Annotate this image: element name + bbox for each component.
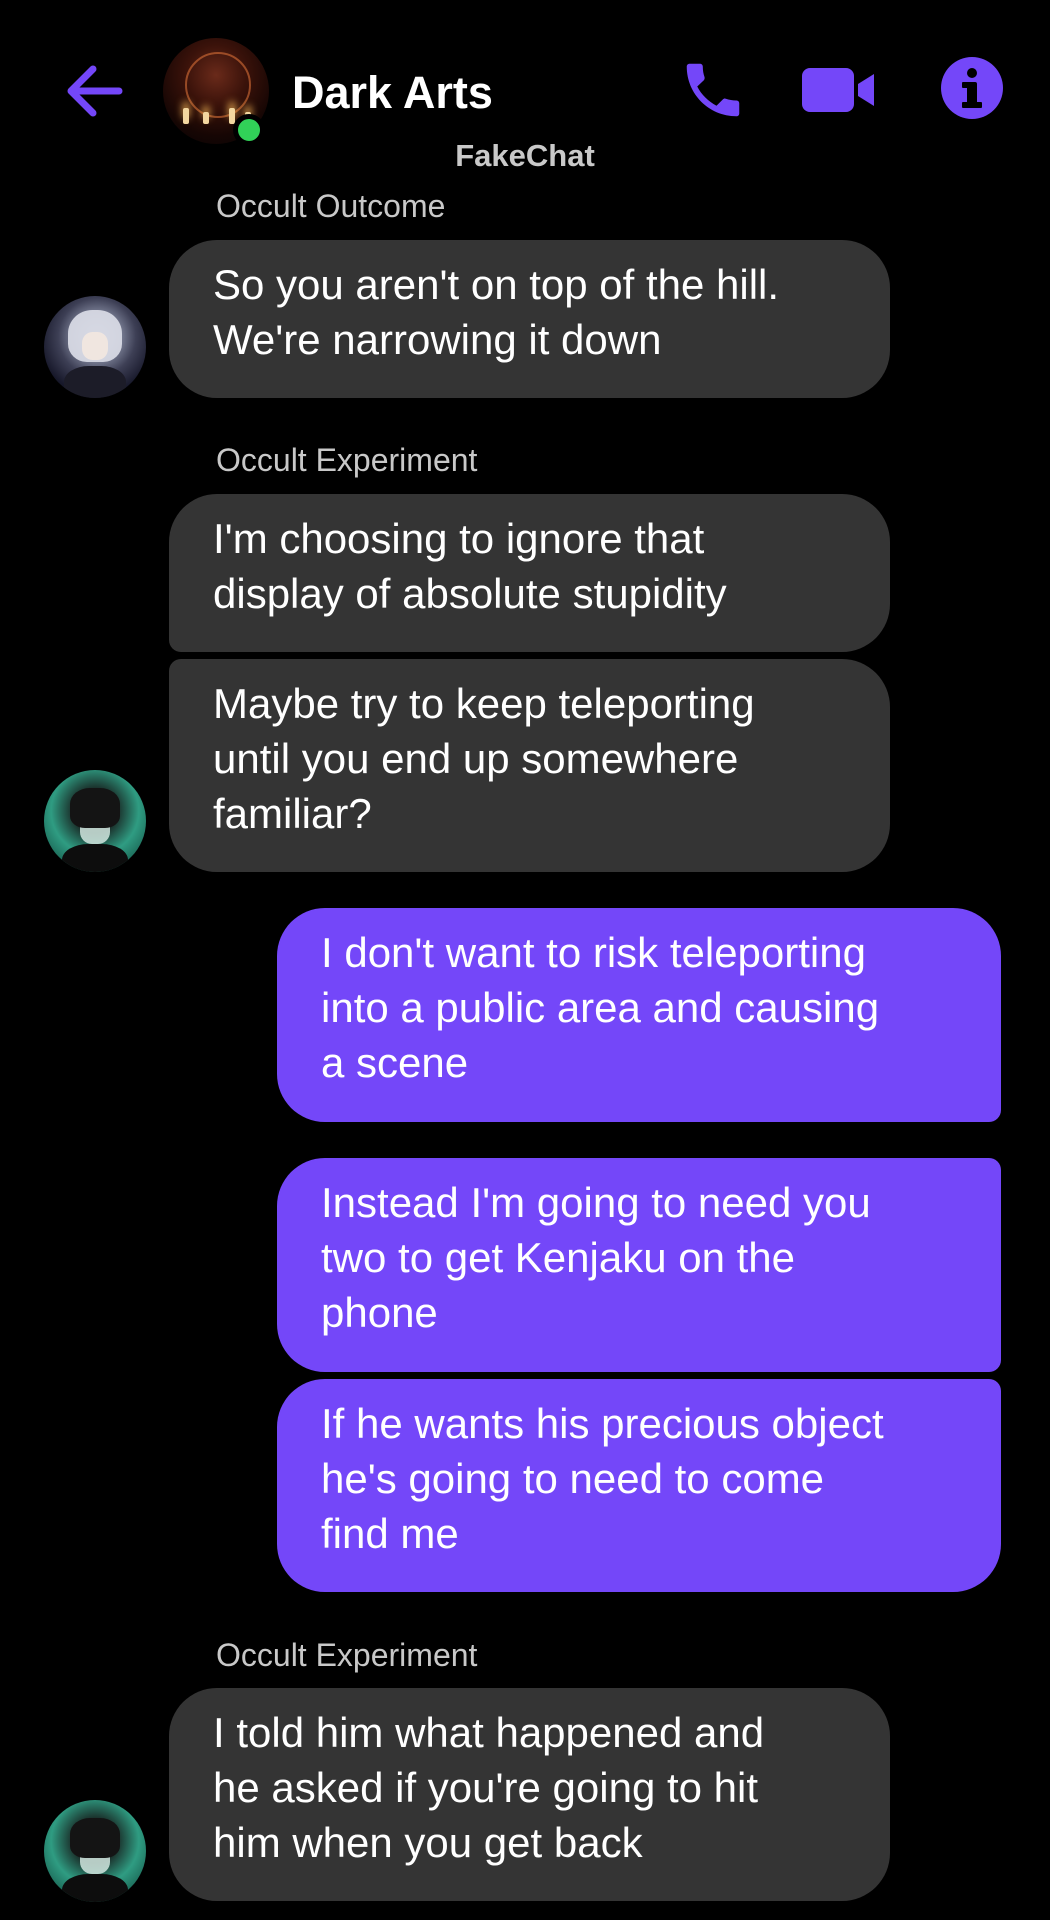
info-icon: [940, 56, 1004, 125]
incoming-message-bubble[interactable]: Maybe try to keep teleporting until you …: [169, 659, 890, 872]
video-camera-icon: [800, 64, 876, 121]
outgoing-message-bubble[interactable]: I don't want to risk teleporting into a …: [277, 908, 1001, 1122]
outgoing-message-bubble[interactable]: Instead I'm going to need you two to get…: [277, 1158, 1001, 1372]
info-button[interactable]: [934, 52, 1010, 128]
incoming-message-bubble[interactable]: I'm choosing to ignore that display of a…: [169, 494, 890, 652]
sender-avatar[interactable]: [44, 770, 146, 872]
sender-avatar[interactable]: [44, 1800, 146, 1902]
video-call-button[interactable]: [800, 54, 876, 130]
back-button[interactable]: [58, 58, 128, 128]
incoming-message-bubble[interactable]: So you aren't on top of the hill. We're …: [169, 240, 890, 398]
voice-call-button[interactable]: [675, 54, 751, 130]
sender-name: Occult Experiment: [216, 442, 478, 478]
pentagram-ring: [185, 52, 251, 118]
sender-avatar[interactable]: [44, 296, 146, 398]
incoming-message-bubble[interactable]: I told him what happened and he asked if…: [169, 1688, 890, 1901]
sender-name: Occult Outcome: [216, 188, 446, 224]
chat-title[interactable]: Dark Arts: [292, 66, 493, 120]
sender-name: Occult Experiment: [216, 1637, 478, 1673]
back-arrow-icon: [63, 63, 123, 124]
phone-icon: [678, 55, 748, 130]
outgoing-message-bubble[interactable]: If he wants his precious object he's goi…: [277, 1379, 1001, 1592]
watermark: FakeChat: [455, 138, 595, 173]
